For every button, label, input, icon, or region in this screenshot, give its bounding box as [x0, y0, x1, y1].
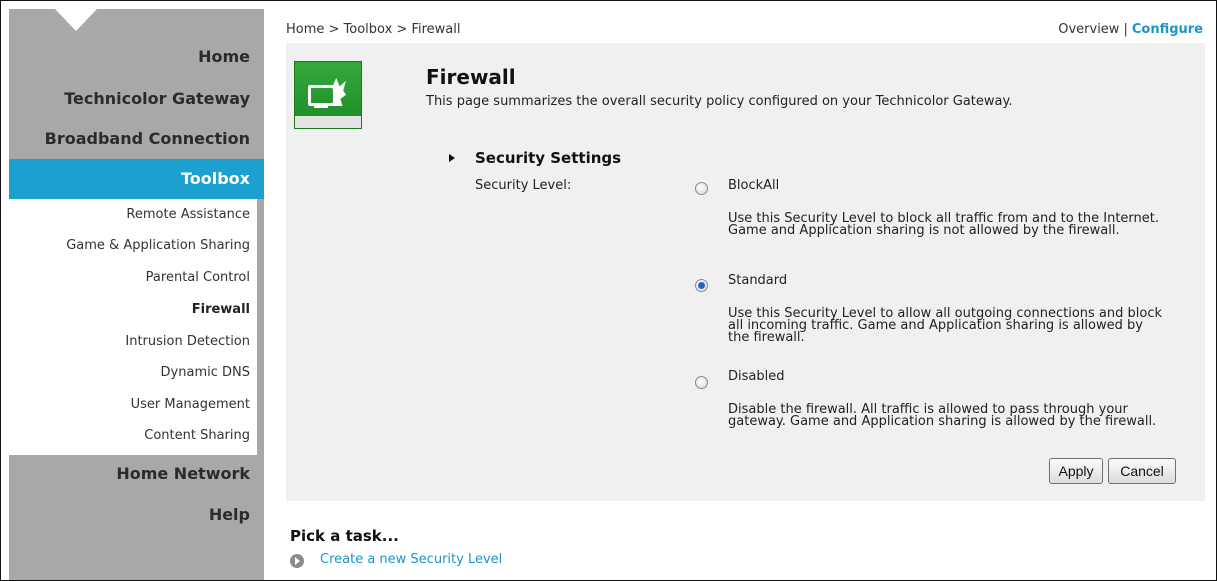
- chevron-right-icon[interactable]: [290, 554, 304, 568]
- option-label-disabled[interactable]: Disabled: [728, 369, 784, 384]
- apply-button[interactable]: Apply: [1049, 458, 1103, 484]
- icon-base: [295, 116, 361, 128]
- sidebar-notch: [55, 9, 97, 31]
- monitor-shape: [308, 85, 336, 106]
- radio-blockall[interactable]: [695, 182, 708, 195]
- firewall-panel: Firewall This page summarizes the overal…: [286, 43, 1205, 501]
- sidebar: Home Technicolor Gateway Broadband Conne…: [9, 9, 264, 580]
- sub-item-intrusion-detection[interactable]: Intrusion Detection: [125, 334, 250, 349]
- view-separator: |: [1123, 22, 1128, 37]
- option-label-standard[interactable]: Standard: [728, 273, 787, 288]
- create-security-level-link[interactable]: Create a new Security Level: [320, 552, 502, 567]
- section-arrow-icon: [449, 154, 455, 162]
- task-heading: Pick a task...: [290, 527, 399, 545]
- overview-link[interactable]: Overview: [1058, 22, 1119, 37]
- nav-home-network[interactable]: Home Network: [116, 464, 250, 483]
- option-desc-standard: Use this Security Level to allow all out…: [728, 306, 1162, 345]
- option-desc-disabled: Disable the firewall. All traffic is all…: [728, 402, 1157, 429]
- sub-item-game-application-sharing[interactable]: Game & Application Sharing: [66, 238, 250, 253]
- cancel-button[interactable]: Cancel: [1108, 458, 1176, 484]
- nav-toolbox-label: Toolbox: [180, 169, 250, 188]
- option-label-blockall[interactable]: BlockAll: [728, 178, 779, 193]
- configure-link[interactable]: Configure: [1132, 22, 1203, 37]
- nav-broadband-connection[interactable]: Broadband Connection: [45, 129, 250, 148]
- firewall-icon: [294, 61, 362, 129]
- sub-item-dynamic-dns[interactable]: Dynamic DNS: [161, 365, 250, 380]
- nav-toolbox[interactable]: Toolbox: [9, 159, 264, 199]
- radio-standard[interactable]: [695, 279, 708, 292]
- radio-disabled[interactable]: [695, 376, 708, 389]
- security-settings-heading: Security Settings: [475, 149, 622, 167]
- sub-item-remote-assistance[interactable]: Remote Assistance: [126, 207, 250, 222]
- breadcrumb: Home > Toolbox > Firewall: [286, 22, 461, 37]
- sub-item-parental-control[interactable]: Parental Control: [146, 270, 250, 285]
- page-frame: Home Technicolor Gateway Broadband Conne…: [0, 0, 1217, 581]
- nav-technicolor-gateway[interactable]: Technicolor Gateway: [64, 89, 250, 108]
- flame-shape: [332, 78, 346, 106]
- toolbox-submenu: Remote Assistance Game & Application Sha…: [9, 199, 264, 455]
- security-level-label: Security Level:: [475, 178, 572, 193]
- sub-item-firewall[interactable]: Firewall: [192, 302, 250, 317]
- sub-item-content-sharing[interactable]: Content Sharing: [144, 428, 250, 443]
- nav-home[interactable]: Home: [198, 47, 250, 66]
- monitor-stand-shape: [314, 105, 328, 108]
- nav-help[interactable]: Help: [209, 505, 250, 524]
- page-description: This page summarizes the overall securit…: [426, 94, 1013, 109]
- view-links: Overview | Configure: [1058, 22, 1203, 37]
- sub-item-user-management[interactable]: User Management: [131, 397, 250, 412]
- option-desc-blockall: Use this Security Level to block all tra…: [728, 211, 1159, 238]
- page-title: Firewall: [426, 65, 516, 89]
